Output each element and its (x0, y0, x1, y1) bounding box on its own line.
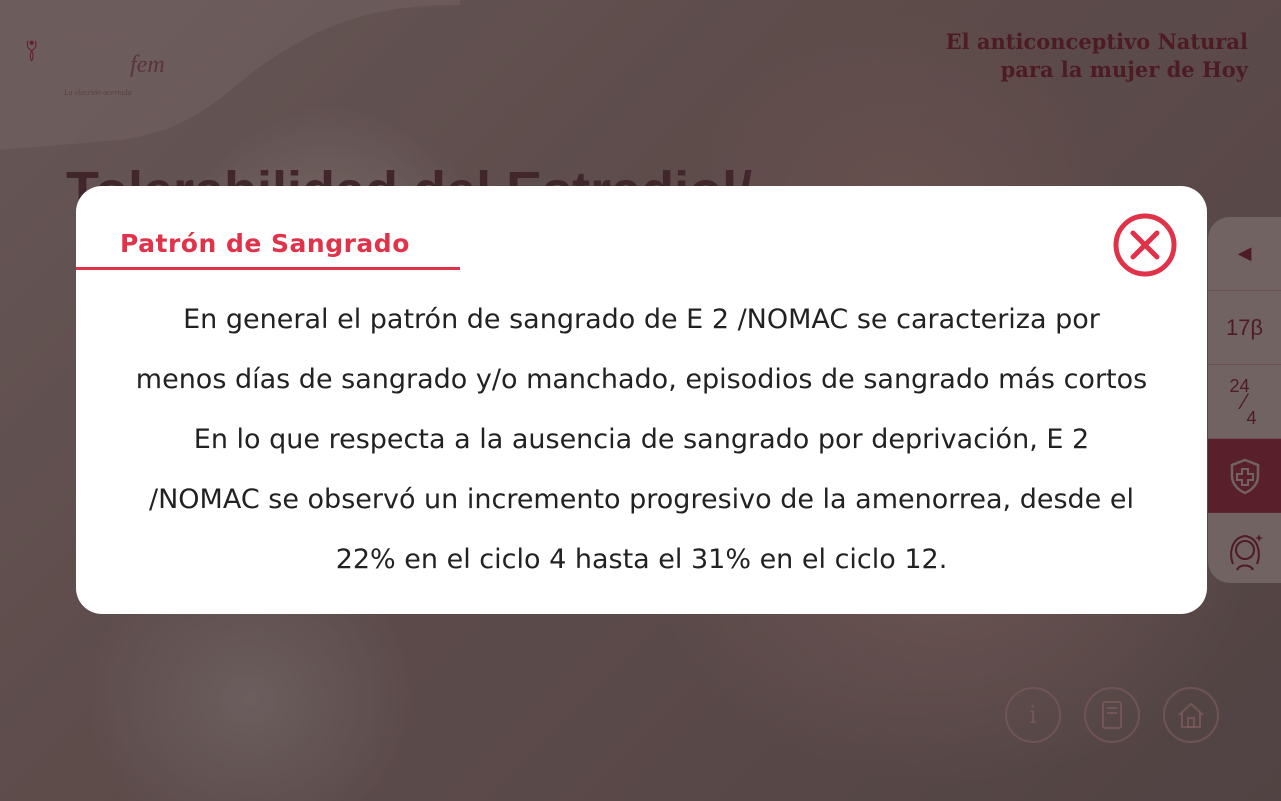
close-icon[interactable] (1113, 213, 1177, 277)
modal-body-line: En general el patrón de sangrado de E 2 … (183, 304, 1100, 335)
modal-body-line: menos días de sangrado y/o manchado, epi… (135, 364, 1148, 395)
modal-body-line: 22% en el ciclo 4 hasta el 31% en el cic… (335, 544, 948, 575)
modal-title: Patrón de Sangrado (120, 229, 410, 258)
modal-body: En general el patrón de sangrado de E 2 … (106, 290, 1177, 590)
modal-title-underline (76, 267, 460, 270)
bleeding-pattern-modal: Patrón de Sangrado En general el patrón … (76, 186, 1207, 614)
modal-body-line: En lo que respecta a la ausencia de sang… (193, 424, 1090, 455)
modal-body-line: /NOMAC se observó un incremento progresi… (149, 484, 1134, 515)
